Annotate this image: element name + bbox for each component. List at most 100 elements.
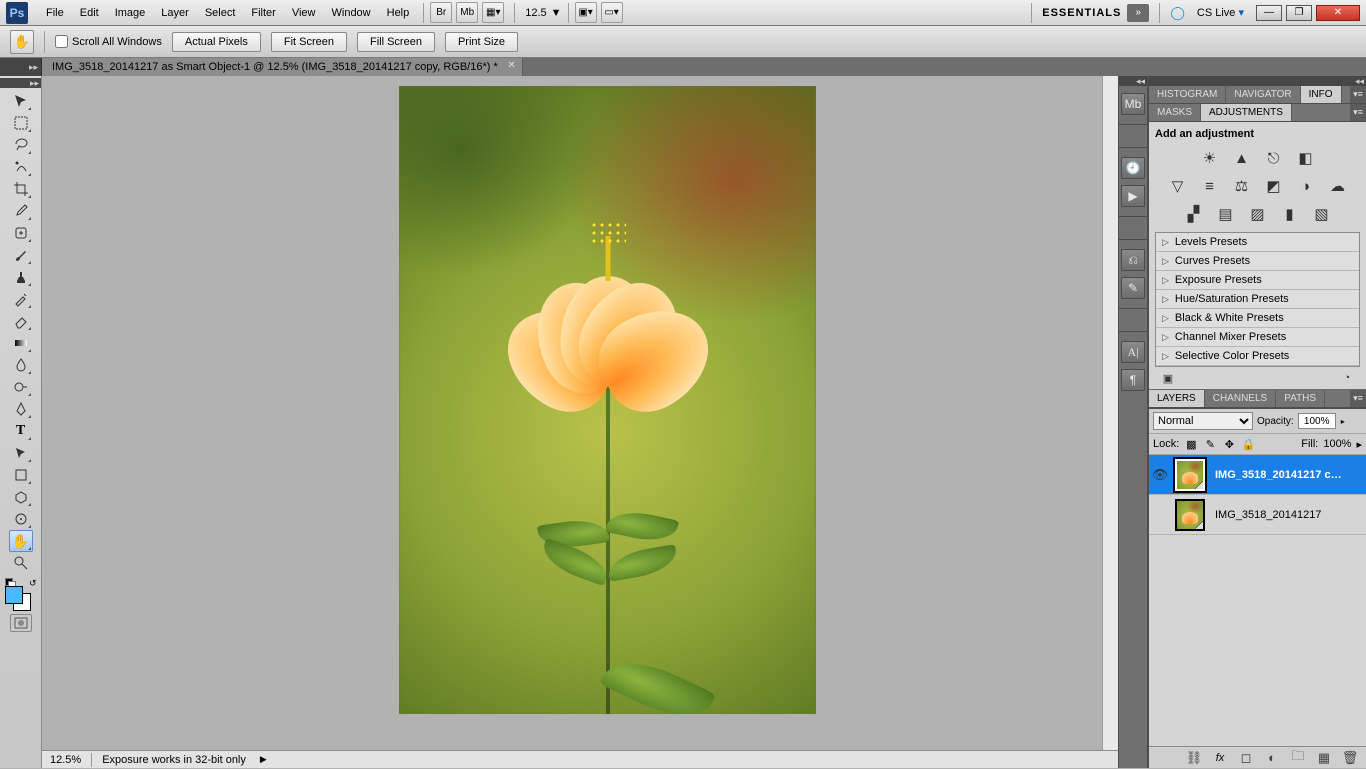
panel-menu-icon[interactable]: ▾≡ [1350,86,1366,103]
adjustment-toggle-icon[interactable]: ▣ [1159,371,1177,385]
layer-name[interactable]: IMG_3518_20141217 c… [1209,469,1366,481]
print-size-button[interactable]: Print Size [445,32,518,52]
posterize-icon[interactable]: ▤ [1214,204,1238,224]
channel-mixer-icon[interactable]: ☁ [1326,176,1350,196]
workspace-more-button[interactable]: » [1127,4,1149,22]
menu-layer[interactable]: Layer [153,3,197,23]
move-tool[interactable] [9,90,33,112]
panel-menu-icon[interactable]: ▾≡ [1350,104,1366,121]
adjustment-layer-icon[interactable]: ◐ [1264,750,1280,766]
current-tool-icon[interactable]: ✋ [10,30,34,54]
info-tab[interactable]: INFO [1301,86,1342,103]
layer-name[interactable]: IMG_3518_20141217 [1209,509,1366,521]
scroll-all-windows-input[interactable] [55,35,68,48]
invert-icon[interactable]: ▞ [1182,204,1206,224]
layer-style-icon[interactable]: fx [1212,750,1228,766]
clone-source-panel-icon[interactable]: ⎌ [1121,249,1145,271]
swap-colors-icon[interactable]: ↺ [29,578,37,589]
new-layer-icon[interactable]: ▦ [1316,750,1332,766]
dock-collapse-icon[interactable]: ◂◂ [1119,76,1147,86]
photo-filter-icon[interactable]: ◑ [1294,176,1318,196]
path-selection-tool[interactable] [9,442,33,464]
brush-tool[interactable] [9,244,33,266]
status-text[interactable]: Exposure works in 32-bit only [102,754,246,766]
opacity-dropdown-icon[interactable]: ▸ [1341,417,1345,426]
actual-pixels-button[interactable]: Actual Pixels [172,32,261,52]
lasso-tool[interactable] [9,134,33,156]
preset-item[interactable]: ▷Curves Presets [1156,252,1359,271]
menu-edit[interactable]: Edit [72,3,107,23]
hand-tool[interactable]: ✋ [9,530,33,552]
menu-image[interactable]: Image [107,3,154,23]
layers-tab[interactable]: LAYERS [1149,390,1205,407]
preset-item[interactable]: ▷Levels Presets [1156,233,1359,252]
shape-tool[interactable] [9,464,33,486]
paths-tab[interactable]: PATHS [1276,390,1325,407]
window-close-button[interactable]: ✕ [1316,5,1360,21]
opacity-value[interactable]: 100% [1298,413,1336,429]
zoom-tool[interactable] [9,552,33,574]
link-layers-icon[interactable]: ⛓ [1186,750,1202,766]
tab-bar-expand-icon[interactable]: ▸▸ [0,58,42,76]
character-panel-icon[interactable]: A| [1121,341,1145,363]
status-menu-icon[interactable]: ▶ [260,754,267,765]
clone-stamp-tool[interactable] [9,266,33,288]
view-extras-button[interactable]: ▦▾ [482,2,504,23]
window-restore-button[interactable]: ❐ [1286,5,1312,21]
fill-dropdown-icon[interactable]: ▸ [1356,438,1362,451]
vibrance-icon[interactable]: ▽ [1166,176,1190,196]
fit-screen-button[interactable]: Fit Screen [271,32,347,52]
menu-select[interactable]: Select [197,3,244,23]
levels-icon[interactable]: ▲ [1230,148,1254,168]
layer-row[interactable]: 👁 IMG_3518_20141217 c… [1149,455,1366,495]
hue-saturation-icon[interactable]: ≡ [1198,176,1222,196]
lock-pixels-icon[interactable]: ✎ [1203,437,1217,451]
color-balance-icon[interactable]: ⚖ [1230,176,1254,196]
foreground-color-swatch[interactable] [5,586,23,604]
eraser-tool[interactable] [9,310,33,332]
preset-item[interactable]: ▷Black & White Presets [1156,309,1359,328]
brush-panel-icon[interactable]: ✎ [1121,277,1145,299]
status-zoom[interactable]: 12.5% [50,754,81,766]
preset-item[interactable]: ▷Channel Mixer Presets [1156,328,1359,347]
fill-value[interactable]: 100% [1323,438,1351,450]
crop-tool[interactable] [9,178,33,200]
history-brush-tool[interactable] [9,288,33,310]
histogram-tab[interactable]: HISTOGRAM [1149,86,1226,103]
document-tab[interactable]: IMG_3518_20141217 as Smart Object-1 @ 12… [42,58,523,76]
canvas-area[interactable]: 12.5% Exposure works in 32-bit only ▶ [42,76,1118,768]
exposure-icon[interactable]: ◧ [1294,148,1318,168]
panel-group-collapse-icon[interactable]: ◂◂ [1149,76,1366,86]
cslive-menu[interactable]: CS Live ▾ [1197,6,1244,19]
window-minimize-button[interactable]: — [1256,5,1282,21]
channels-tab[interactable]: CHANNELS [1205,390,1276,407]
scroll-all-windows-checkbox[interactable]: Scroll All Windows [55,35,162,48]
screen-mode-button[interactable]: ▭▾ [601,2,623,23]
workspace-switcher[interactable]: ESSENTIALS [1042,7,1121,19]
healing-brush-tool[interactable] [9,222,33,244]
threshold-icon[interactable]: ▨ [1246,204,1270,224]
lock-position-icon[interactable]: ✥ [1222,437,1236,451]
quick-mask-toggle[interactable] [10,614,32,632]
quick-selection-tool[interactable] [9,156,33,178]
selective-color-icon[interactable]: ▧ [1310,204,1334,224]
preset-item[interactable]: ▷Hue/Saturation Presets [1156,290,1359,309]
minibridge-panel-icon[interactable]: Mb [1121,93,1145,115]
launch-minibridge-button[interactable]: Mb [456,2,478,23]
gradient-tool[interactable] [9,332,33,354]
paragraph-panel-icon[interactable]: ¶ [1121,369,1145,391]
menu-help[interactable]: Help [379,3,418,23]
vertical-scrollbar[interactable] [1102,76,1118,750]
masks-tab[interactable]: MASKS [1149,104,1201,121]
3d-camera-tool[interactable] [9,508,33,530]
layer-mask-icon[interactable]: ◻ [1238,750,1254,766]
navigator-tab[interactable]: NAVIGATOR [1226,86,1300,103]
3d-tool[interactable] [9,486,33,508]
color-swatches[interactable]: ↺ [5,578,37,608]
menu-window[interactable]: Window [324,3,379,23]
blur-tool[interactable] [9,354,33,376]
toolbox-collapse-icon[interactable]: ▸▸ [0,78,41,88]
panel-menu-icon[interactable]: ▾≡ [1350,390,1366,407]
layer-group-icon[interactable]: 🗀 [1290,750,1306,766]
black-white-icon[interactable]: ◩ [1262,176,1286,196]
